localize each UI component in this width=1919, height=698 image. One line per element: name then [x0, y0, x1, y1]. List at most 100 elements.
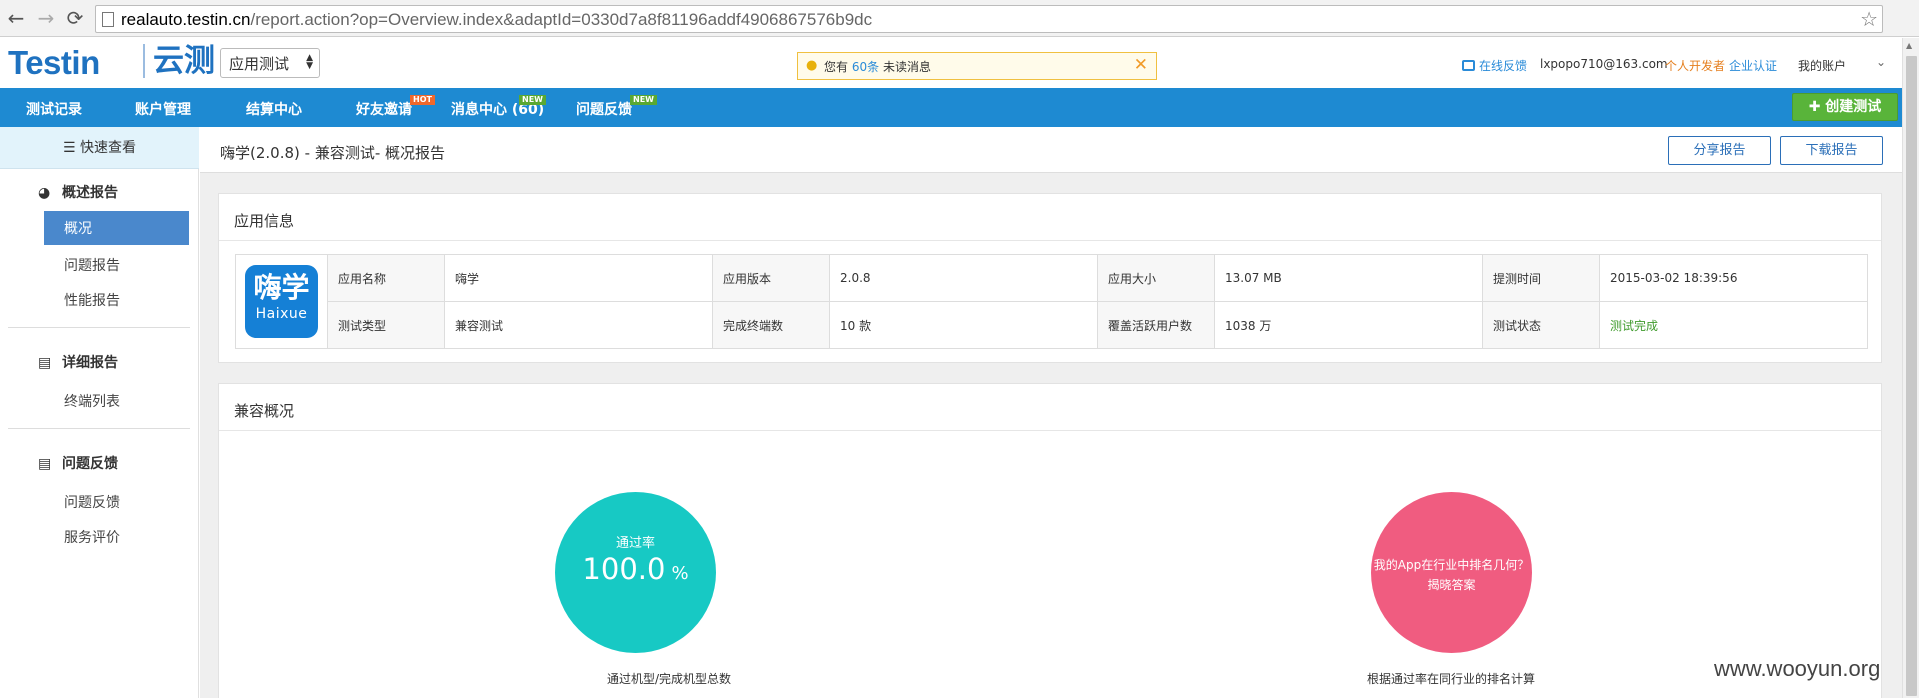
panel-divider: [219, 430, 1881, 431]
submit-time-label: 提测时间: [1482, 254, 1600, 302]
app-version-label: 应用版本: [712, 254, 830, 302]
create-test-label: 创建测试: [1825, 99, 1882, 115]
compat-overview-panel: 兼容概况 通过率 100.0% 通过机型/完成机型总数 我的App在行业中排名几…: [218, 383, 1882, 698]
document-icon: ▤: [38, 456, 52, 472]
nav-test-records[interactable]: 测试记录: [26, 99, 82, 119]
online-feedback-link[interactable]: 在线反馈: [1462, 57, 1527, 74]
unread-notice[interactable]: ● 您有 60条 未读消息 ✕: [797, 52, 1157, 80]
table-row: 测试类型 兼容测试 完成终端数 10 款 覆盖活跃用户数 1038 万 测试状态…: [236, 301, 1868, 349]
quick-view-button[interactable]: ☰ 快速查看: [0, 127, 199, 169]
nav-settlement-center[interactable]: 结算中心: [246, 99, 302, 119]
sidebar-item-service-rating[interactable]: 服务评价: [64, 527, 120, 547]
personal-developer-link[interactable]: 个人开发者: [1665, 57, 1725, 74]
nav-issue-feedback[interactable]: 问题反馈 NEW: [576, 95, 657, 119]
sidebar-item-performance-report[interactable]: 性能报告: [64, 290, 120, 310]
url-path: /report.action?op=Overview.index&adaptId…: [250, 10, 873, 29]
scrollbar-thumb[interactable]: [1906, 56, 1917, 696]
app-name-value: 嗨学: [444, 254, 713, 302]
app-info-panel: 应用信息 嗨学 Haixue 应用名称 嗨学 应用版本 2.0.8 应用大小 1…: [218, 193, 1882, 363]
notice-count[interactable]: 60条: [852, 60, 879, 74]
url-host: realauto.testin.cn: [121, 10, 251, 29]
list-icon: ☰: [62, 140, 80, 156]
enterprise-cert-link[interactable]: 企业认证: [1729, 57, 1777, 74]
nav-issue-feedback-label: 问题反馈: [576, 102, 632, 118]
nav-message-center[interactable]: 消息中心 (60) NEW: [451, 95, 546, 119]
test-status-value: 测试完成: [1599, 301, 1868, 349]
sidebar-item-issue-feedback[interactable]: 问题反馈: [64, 492, 120, 512]
user-email: lxpopo710@163.com: [1540, 57, 1668, 71]
yunce-logo[interactable]: 云测: [143, 44, 215, 78]
url-text: realauto.testin.cn/report.action?op=Over…: [121, 10, 872, 30]
my-account-menu[interactable]: 我的账户: [1798, 57, 1846, 74]
page-title: 嗨学(2.0.8) - 兼容测试- 概况报告: [220, 144, 446, 162]
lightbulb-icon: ●: [806, 58, 818, 73]
scroll-up-icon[interactable]: ▲: [1906, 41, 1912, 50]
top-navigation: 测试记录 账户管理 结算中心 好友邀请 HOT 消息中心 (60) NEW 问题反馈…: [0, 88, 1902, 127]
reload-icon[interactable]: ⟳: [63, 6, 87, 30]
section-feedback: ▤ 问题反馈: [38, 453, 118, 473]
sidebar-divider: [8, 327, 190, 328]
forward-arrow-icon[interactable]: →: [34, 6, 58, 30]
watermark: www.wooyun.org: [1714, 656, 1881, 681]
dashboard-icon: ◕: [38, 185, 51, 201]
section-overview-label: 概述报告: [62, 185, 118, 201]
devices-completed-value: 10 款: [829, 301, 1098, 349]
app-icon-cn: 嗨学: [253, 271, 310, 304]
sidebar: ☰ 快速查看 ◕ 概述报告 概况 问题报告 性能报告 ▤ 详细报告 终端列表 ▤ 问题…: [0, 127, 199, 698]
app-info-title: 应用信息: [234, 212, 295, 230]
app-version-value: 2.0.8: [829, 254, 1098, 302]
nav-account-management[interactable]: 账户管理: [135, 99, 191, 119]
create-test-button[interactable]: ✚ 创建测试: [1792, 93, 1898, 121]
main-content: 嗨学(2.0.8) - 兼容测试- 概况报告 分享报告 下载报告 应用信息 嗨学…: [200, 127, 1902, 698]
app-info-table: 嗨学 Haixue 应用名称 嗨学 应用版本 2.0.8 应用大小 13.07 …: [235, 254, 1868, 349]
online-feedback-label: 在线反馈: [1479, 59, 1528, 73]
industry-rank-caption: 根据通过率在同行业的排名计算: [1367, 672, 1536, 686]
chevron-down-icon[interactable]: ⌄: [1876, 55, 1886, 69]
pass-rate-value: 100.0%: [555, 552, 716, 586]
vertical-scrollbar[interactable]: ▲: [1902, 38, 1919, 698]
industry-rank-circle[interactable]: 我的App在行业中排名几何？ 揭晓答案: [1371, 492, 1532, 653]
section-detail-report: ▤ 详细报告: [38, 352, 118, 372]
report-titlebar: 嗨学(2.0.8) - 兼容测试- 概况报告 分享报告 下载报告: [200, 127, 1902, 173]
app-icon-en: Haixue: [255, 306, 308, 322]
notice-suffix: 未读消息: [882, 60, 931, 74]
back-arrow-icon[interactable]: ←: [4, 6, 28, 30]
testin-logo[interactable]: Testin: [8, 44, 100, 82]
sidebar-item-device-list[interactable]: 终端列表: [64, 391, 120, 411]
sidebar-item-issue-report[interactable]: 问题报告: [64, 255, 120, 275]
section-feedback-label: 问题反馈: [62, 456, 118, 472]
document-icon: ▤: [38, 355, 52, 371]
test-type-label: 测试类型: [327, 301, 445, 349]
active-users-value: 1038 万: [1214, 301, 1483, 349]
address-bar[interactable]: realauto.testin.cn/report.action?op=Over…: [95, 5, 1883, 33]
reveal-answer-link[interactable]: 揭晓答案: [1371, 576, 1532, 593]
app-type-select[interactable]: 应用测试 ▲ ▼: [220, 48, 320, 78]
pass-rate-caption: 通过机型/完成机型总数: [607, 672, 732, 686]
pass-rate-label: 通过率: [615, 536, 655, 551]
sidebar-item-overview[interactable]: 概况: [44, 211, 189, 245]
notice-prefix: 您有: [824, 60, 849, 74]
sidebar-divider: [8, 428, 190, 429]
new-badge: NEW: [519, 95, 546, 105]
section-detail-label: 详细报告: [62, 355, 118, 371]
page-icon: [102, 12, 114, 27]
panel-divider: [219, 240, 1881, 241]
app-size-label: 应用大小: [1097, 254, 1215, 302]
nav-friend-invite-label: 好友邀请: [356, 102, 412, 118]
new-badge: NEW: [630, 95, 657, 105]
table-row: 嗨学 Haixue 应用名称 嗨学 应用版本 2.0.8 应用大小 13.07 …: [235, 254, 1868, 349]
share-report-button[interactable]: 分享报告: [1668, 136, 1771, 165]
app-name-label: 应用名称: [327, 254, 445, 302]
devices-completed-label: 完成终端数: [712, 301, 830, 349]
close-icon[interactable]: ✕: [1134, 55, 1148, 75]
active-users-label: 覆盖活跃用户数: [1097, 301, 1215, 349]
site-header: Testin 云测 应用测试 ▲ ▼ ● 您有 60条 未读消息 ✕ 在线反馈 l…: [0, 38, 1900, 88]
bookmark-star-icon[interactable]: ☆: [1860, 7, 1878, 31]
nav-friend-invite[interactable]: 好友邀请 HOT: [356, 95, 435, 119]
browser-toolbar: ← → ⟳ realauto.testin.cn/report.action?o…: [0, 0, 1919, 37]
download-report-button[interactable]: 下载报告: [1780, 136, 1883, 165]
app-type-select-value: 应用测试: [229, 55, 290, 73]
hot-badge: HOT: [410, 95, 435, 105]
industry-rank-question: 我的App在行业中排名几何？: [1373, 558, 1530, 572]
pass-rate-number: 100.0: [582, 552, 666, 586]
